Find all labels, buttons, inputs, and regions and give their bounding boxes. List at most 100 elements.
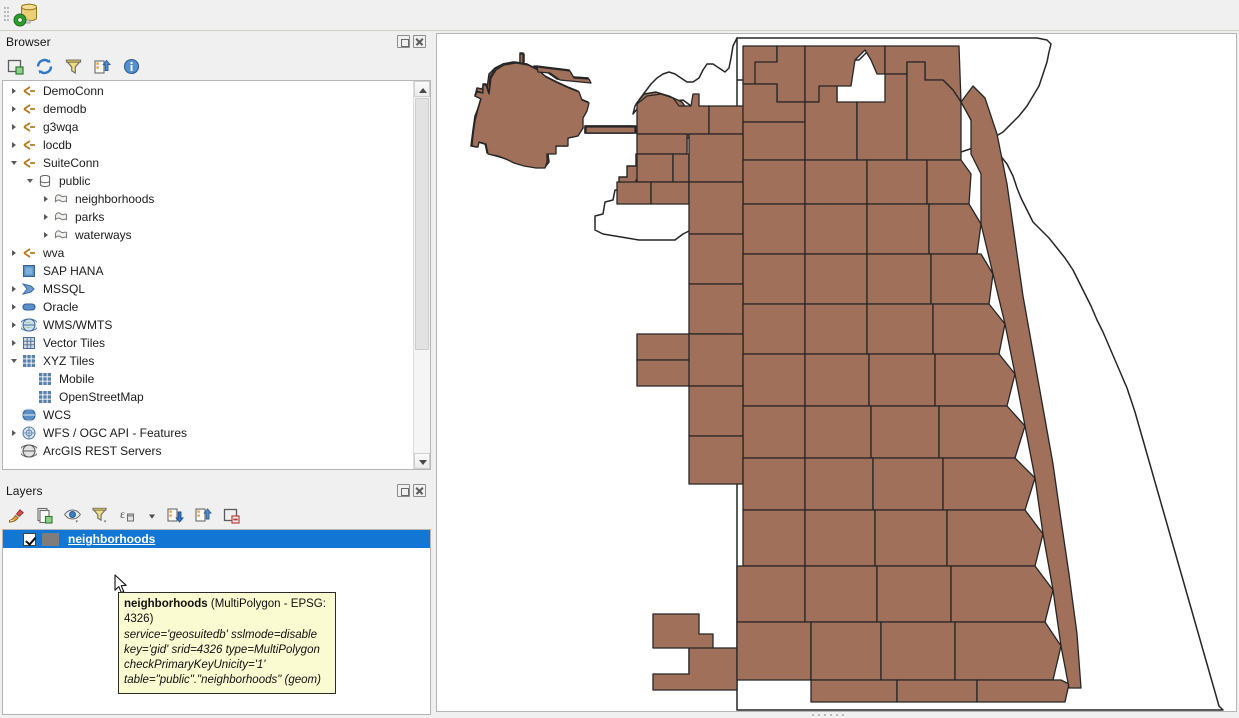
layers-close-button[interactable] — [413, 484, 426, 497]
map-render-svg — [437, 34, 1236, 711]
layers-float-button[interactable] — [397, 484, 410, 497]
browser-tree-item-wva[interactable]: wva — [3, 244, 413, 262]
browser-toolbar — [0, 53, 432, 80]
browser-tree-item-label: WMS/WMTS — [42, 318, 112, 332]
chevron-right-icon[interactable] — [7, 298, 20, 316]
browser-panel-title: Browser — [6, 35, 51, 49]
tree-spacer — [23, 370, 36, 388]
chevron-down-icon[interactable] — [7, 154, 20, 172]
browser-tree-item-arcgis-rest-servers[interactable]: ArcGIS REST Servers — [3, 442, 413, 460]
database-gear-icon[interactable] — [12, 2, 42, 30]
layer-name-label[interactable]: neighborhoods — [68, 532, 155, 546]
manage-visibility-icon[interactable] — [63, 506, 82, 525]
add-group-icon[interactable] — [35, 506, 54, 525]
browser-tree-item-suiteconn[interactable]: SuiteConn — [3, 154, 413, 172]
info-icon[interactable] — [122, 57, 141, 76]
chevron-down-icon[interactable] — [7, 352, 20, 370]
chevron-right-icon[interactable] — [7, 82, 20, 100]
browser-tree-item-waterways[interactable]: waterways — [3, 226, 413, 244]
browser-tree-item-democonn[interactable]: DemoConn — [3, 82, 413, 100]
sap-hana-icon — [20, 263, 38, 279]
schema-icon — [36, 173, 54, 189]
browser-tree-item-g3wqa[interactable]: g3wqa — [3, 118, 413, 136]
layers-panel-title: Layers — [6, 484, 43, 498]
chevron-down-icon[interactable] — [23, 172, 36, 190]
browser-tree-container[interactable]: DemoConn demodb g3wqa locdb SuiteConn — [2, 80, 431, 470]
tooltip-source-lines: service='geosuitedb' sslmode=disablekey=… — [124, 628, 330, 688]
chevron-right-icon[interactable] — [7, 424, 20, 442]
layer-symbol-swatch — [42, 533, 59, 546]
chevron-right-icon[interactable] — [7, 118, 20, 136]
scroll-down-button[interactable] — [414, 453, 430, 469]
browser-tree-item-public[interactable]: public — [3, 172, 413, 190]
layer-row-neighborhoods[interactable]: neighborhoods — [3, 530, 430, 548]
browser-tree-item-wfs-ogc-api-features[interactable]: WFS / OGC API - Features — [3, 424, 413, 442]
vector-tiles-icon — [20, 335, 38, 351]
browser-tree-item-openstreetmap[interactable]: OpenStreetMap — [3, 388, 413, 406]
browser-tree-item-label: neighborhoods — [74, 192, 154, 206]
browser-close-button[interactable] — [413, 35, 426, 48]
browser-tree-item-vector-tiles[interactable]: Vector Tiles — [3, 334, 413, 352]
chevron-right-icon[interactable] — [7, 244, 20, 262]
polygon-layer-icon — [52, 191, 70, 207]
chevron-right-icon[interactable] — [7, 280, 20, 298]
browser-tree-item-mobile[interactable]: Mobile — [3, 370, 413, 388]
scroll-up-button[interactable] — [414, 81, 430, 97]
tree-spacer — [23, 388, 36, 406]
expression-filter-icon[interactable]: ε — [119, 506, 138, 525]
browser-tree-item-wcs[interactable]: WCS — [3, 406, 413, 424]
refresh-icon[interactable] — [35, 57, 54, 76]
chevron-right-icon[interactable] — [39, 208, 52, 226]
filter-legend-icon[interactable] — [91, 506, 110, 525]
browser-tree-item-parks[interactable]: parks — [3, 208, 413, 226]
qgis-main-window: Browser — [0, 0, 1239, 718]
chevron-right-icon[interactable] — [7, 136, 20, 154]
browser-float-button[interactable] — [397, 35, 410, 48]
browser-tree-item-locdb[interactable]: locdb — [3, 136, 413, 154]
browser-tree-item-label: MSSQL — [42, 282, 85, 296]
map-canvas[interactable] — [436, 33, 1237, 712]
polygon-layer-icon — [52, 209, 70, 225]
chevron-right-icon[interactable] — [7, 316, 20, 334]
chevron-right-icon[interactable] — [7, 100, 20, 118]
browser-tree-item-label: Vector Tiles — [42, 336, 105, 350]
add-layer-icon[interactable] — [6, 57, 25, 76]
browser-tree-item-label: ArcGIS REST Servers — [42, 444, 161, 458]
toolbar-drag-handle[interactable] — [3, 5, 9, 27]
browser-tree-item-label: WFS / OGC API - Features — [42, 426, 187, 440]
open-layer-styling-icon[interactable] — [7, 506, 26, 525]
chevron-right-icon[interactable] — [39, 226, 52, 244]
browser-tree-item-sap-hana[interactable]: SAP HANA — [3, 262, 413, 280]
expand-all-icon[interactable] — [166, 506, 185, 525]
map-splitter-handle[interactable] — [812, 713, 856, 717]
browser-tree-item-label: SuiteConn — [42, 156, 99, 170]
chevron-right-icon[interactable] — [7, 334, 20, 352]
browser-scrollbar[interactable] — [413, 81, 430, 469]
chevron-down-icon[interactable] — [147, 506, 157, 525]
layer-visibility-checkbox[interactable] — [23, 533, 36, 546]
tree-spacer — [7, 262, 20, 280]
tree-spacer — [7, 406, 20, 424]
xyz-tiles-icon — [36, 389, 54, 405]
remove-layer-icon[interactable] — [222, 506, 241, 525]
browser-tree-item-label: WCS — [42, 408, 71, 422]
postgis-icon — [20, 137, 38, 153]
browser-tree-item-label: public — [58, 174, 90, 188]
browser-tree-item-wms-wmts[interactable]: WMS/WMTS — [3, 316, 413, 334]
browser-tree-item-label: DemoConn — [42, 84, 104, 98]
browser-tree-item-mssql[interactable]: MSSQL — [3, 280, 413, 298]
browser-tree-item-neighborhoods[interactable]: neighborhoods — [3, 190, 413, 208]
browser-tree-item-xyz-tiles[interactable]: XYZ Tiles — [3, 352, 413, 370]
xyz-tiles-icon — [36, 371, 54, 387]
browser-tree-item-oracle[interactable]: Oracle — [3, 298, 413, 316]
main-toolbar — [0, 0, 1239, 31]
collapse-all-icon[interactable] — [93, 57, 112, 76]
postgis-icon — [20, 119, 38, 135]
mssql-icon — [20, 281, 38, 297]
browser-tree-item-demodb[interactable]: demodb — [3, 100, 413, 118]
chevron-right-icon[interactable] — [39, 190, 52, 208]
filter-icon[interactable] — [64, 57, 83, 76]
collapse-all-icon[interactable] — [194, 506, 213, 525]
browser-tree-item-label: g3wqa — [42, 120, 78, 134]
scrollbar-thumb[interactable] — [415, 98, 429, 350]
